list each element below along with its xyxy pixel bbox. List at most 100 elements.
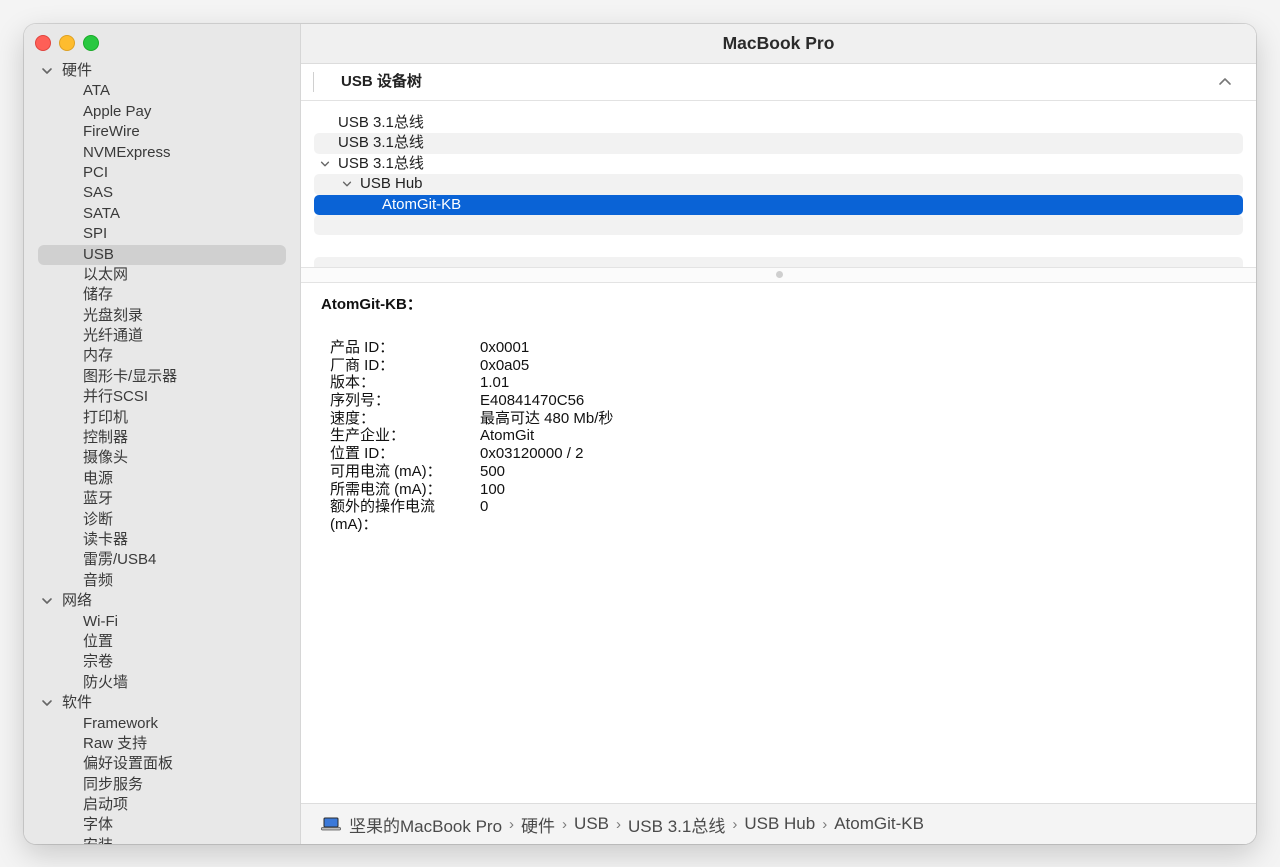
sidebar-item[interactable]: 储存 [24, 285, 300, 305]
sidebar-item[interactable]: Raw 支持 [24, 734, 300, 754]
breadcrumb-separator-icon: › [822, 815, 828, 833]
sidebar-item[interactable]: NVMExpress [24, 143, 300, 163]
sidebar-item[interactable]: FireWire [24, 122, 300, 142]
sidebar-item[interactable]: 字体 [24, 815, 300, 835]
zoom-window-button[interactable] [83, 35, 99, 51]
breadcrumb-separator-icon: › [616, 815, 622, 833]
property-key: 生产企业： [330, 427, 406, 445]
sidebar-item[interactable]: 摄像头 [24, 448, 300, 468]
path-bar: 坚果的MacBook Pro › 硬件 › USB › USB 3.1总线 › USB Hub ›… [301, 803, 1256, 844]
device-tree: USB 3.1总线 USB 3.1总线 USB 3.1总线 USB Hub AtomGi… [314, 113, 1243, 236]
sidebar-item[interactable]: 并行SCSI [24, 387, 300, 407]
property-row: 版本： 1.01 [321, 374, 1236, 392]
device-tree-label: AtomGit-KB [382, 195, 462, 213]
sidebar-group-label: 软件 [62, 694, 93, 712]
breadcrumb-item[interactable]: USB 3.1总线 [628, 812, 725, 837]
sidebar-item[interactable]: 位置 [24, 632, 300, 652]
sidebar-item[interactable]: 诊断 [24, 510, 300, 530]
sidebar-item[interactable]: 控制器 [24, 428, 300, 448]
sidebar-item[interactable]: Apple Pay [24, 102, 300, 122]
sidebar-item[interactable]: 图形卡/显示器 [24, 367, 300, 387]
chevron-down-icon[interactable] [40, 64, 54, 78]
sidebar-item[interactable]: PCI [24, 163, 300, 183]
sidebar-item[interactable]: 雷雳/USB4 [24, 550, 300, 570]
sidebar-item[interactable]: 宗卷 [24, 652, 300, 672]
sidebar-item[interactable]: 安装 [24, 836, 300, 844]
device-tree-row[interactable]: USB Hub [314, 174, 1243, 195]
sidebar-item[interactable]: 光盘刻录 [24, 306, 300, 326]
sidebar-item[interactable]: ATA [24, 81, 300, 101]
sidebar-item[interactable]: SPI [24, 224, 300, 244]
sidebar-item[interactable]: 打印机 [24, 408, 300, 428]
main-pane: MacBook Pro USB 设备树 USB 3.1总线 USB 3.1总线 US… [301, 24, 1256, 844]
usb-tree-section-header[interactable]: USB 设备树 [301, 64, 1256, 101]
property-value: AtomGit [480, 427, 535, 445]
breadcrumb-item[interactable]: USB Hub [744, 814, 815, 834]
breadcrumb-item[interactable]: USB [574, 814, 609, 834]
device-tree-row[interactable]: AtomGit-KB [314, 194, 1243, 215]
sidebar-item[interactable]: 读卡器 [24, 530, 300, 550]
sidebar-item[interactable]: 防火墙 [24, 673, 300, 693]
divider-grip-icon[interactable] [775, 271, 783, 278]
breadcrumb-separator-icon: › [562, 815, 568, 833]
sidebar-item[interactable]: 音频 [24, 571, 300, 591]
property-row: 速度： 最高可达 480 Mb/秒 [321, 410, 1236, 428]
split-view-divider[interactable] [301, 267, 1256, 283]
chevron-down-icon[interactable] [40, 696, 54, 710]
breadcrumb-separator-icon: › [732, 815, 738, 833]
breadcrumb-separator-icon: › [509, 815, 515, 833]
sidebar-item[interactable]: 电源 [24, 469, 300, 489]
device-tree-label: USB 3.1总线 [338, 134, 424, 152]
chevron-up-icon[interactable] [1218, 76, 1232, 88]
property-key: 额外的操作电流 (mA)： [330, 498, 436, 533]
sidebar-group[interactable]: 硬件 [24, 61, 300, 81]
sidebar-item[interactable]: SATA [24, 204, 300, 224]
sidebar-item[interactable]: 蓝牙 [24, 489, 300, 509]
breadcrumb-item[interactable]: AtomGit-KB [834, 814, 924, 834]
chevron-down-icon[interactable] [319, 158, 331, 170]
sidebar-item[interactable]: 偏好设置面板 [24, 754, 300, 774]
window-title: MacBook Pro [301, 24, 1256, 64]
property-value: 最高可达 480 Mb/秒 [480, 409, 614, 427]
property-row: 产品 ID： 0x0001 [321, 339, 1236, 357]
breadcrumb-item[interactable]: 坚果的MacBook Pro [349, 812, 502, 837]
detail-title: AtomGit-KB： [321, 296, 422, 313]
device-tree-row[interactable]: USB 3.1总线 [314, 113, 1243, 133]
sidebar-item[interactable]: 以太网 [24, 265, 300, 285]
close-window-button[interactable] [35, 35, 51, 51]
sidebar-group[interactable]: 软件 [24, 693, 300, 713]
sidebar-item[interactable]: 同步服务 [24, 775, 300, 795]
system-information-window: 硬件 ATA Apple Pay FireWire NVMExpress PCI SAS SA… [24, 24, 1256, 844]
sidebar-tree: 硬件 ATA Apple Pay FireWire NVMExpress PCI SAS SA… [24, 61, 300, 844]
device-detail: AtomGit-KB： 产品 ID： 0x0001 厂商 ID： 0x0a05 版本： 1… [321, 294, 1236, 533]
property-row: 可用电流 (mA)： 500 [321, 463, 1236, 481]
sidebar-item[interactable]: 内存 [24, 346, 300, 366]
breadcrumb-item[interactable]: 硬件 [521, 812, 555, 837]
sidebar-group-label: 网络 [62, 592, 93, 610]
sidebar-item[interactable]: Wi-Fi [24, 612, 300, 632]
sidebar-group[interactable]: 网络 [24, 591, 300, 611]
device-tree-empty-row [314, 214, 1243, 236]
device-tree-row[interactable]: USB 3.1总线 [314, 133, 1243, 154]
property-key: 速度： [330, 409, 376, 427]
sidebar-item[interactable]: SAS [24, 183, 300, 203]
chevron-down-icon[interactable] [341, 178, 353, 190]
chevron-down-icon[interactable] [40, 594, 54, 608]
property-row: 生产企业： AtomGit [321, 427, 1236, 445]
property-value: 100 [480, 480, 506, 498]
property-key: 可用电流 (mA)： [330, 462, 442, 480]
property-value: 1.01 [480, 374, 510, 392]
property-row: 序列号： E40841470C56 [321, 392, 1236, 410]
device-tree-label: USB Hub [360, 175, 423, 193]
sidebar-item[interactable]: USB [38, 244, 286, 265]
header-divider [313, 72, 314, 92]
sidebar-item[interactable]: Framework [24, 714, 300, 734]
device-tree-row[interactable]: USB 3.1总线 [314, 154, 1243, 174]
sidebar-item[interactable]: 启动项 [24, 795, 300, 815]
detail-properties: 产品 ID： 0x0001 厂商 ID： 0x0a05 版本： 1.01 序列号： E4084… [321, 339, 1236, 533]
sidebar-item[interactable]: 光纤通道 [24, 326, 300, 346]
tree-stripe [314, 257, 1243, 267]
property-row: 位置 ID： 0x03120000 / 2 [321, 445, 1236, 463]
minimize-window-button[interactable] [59, 35, 75, 51]
device-tree-label: USB 3.1总线 [338, 154, 424, 172]
